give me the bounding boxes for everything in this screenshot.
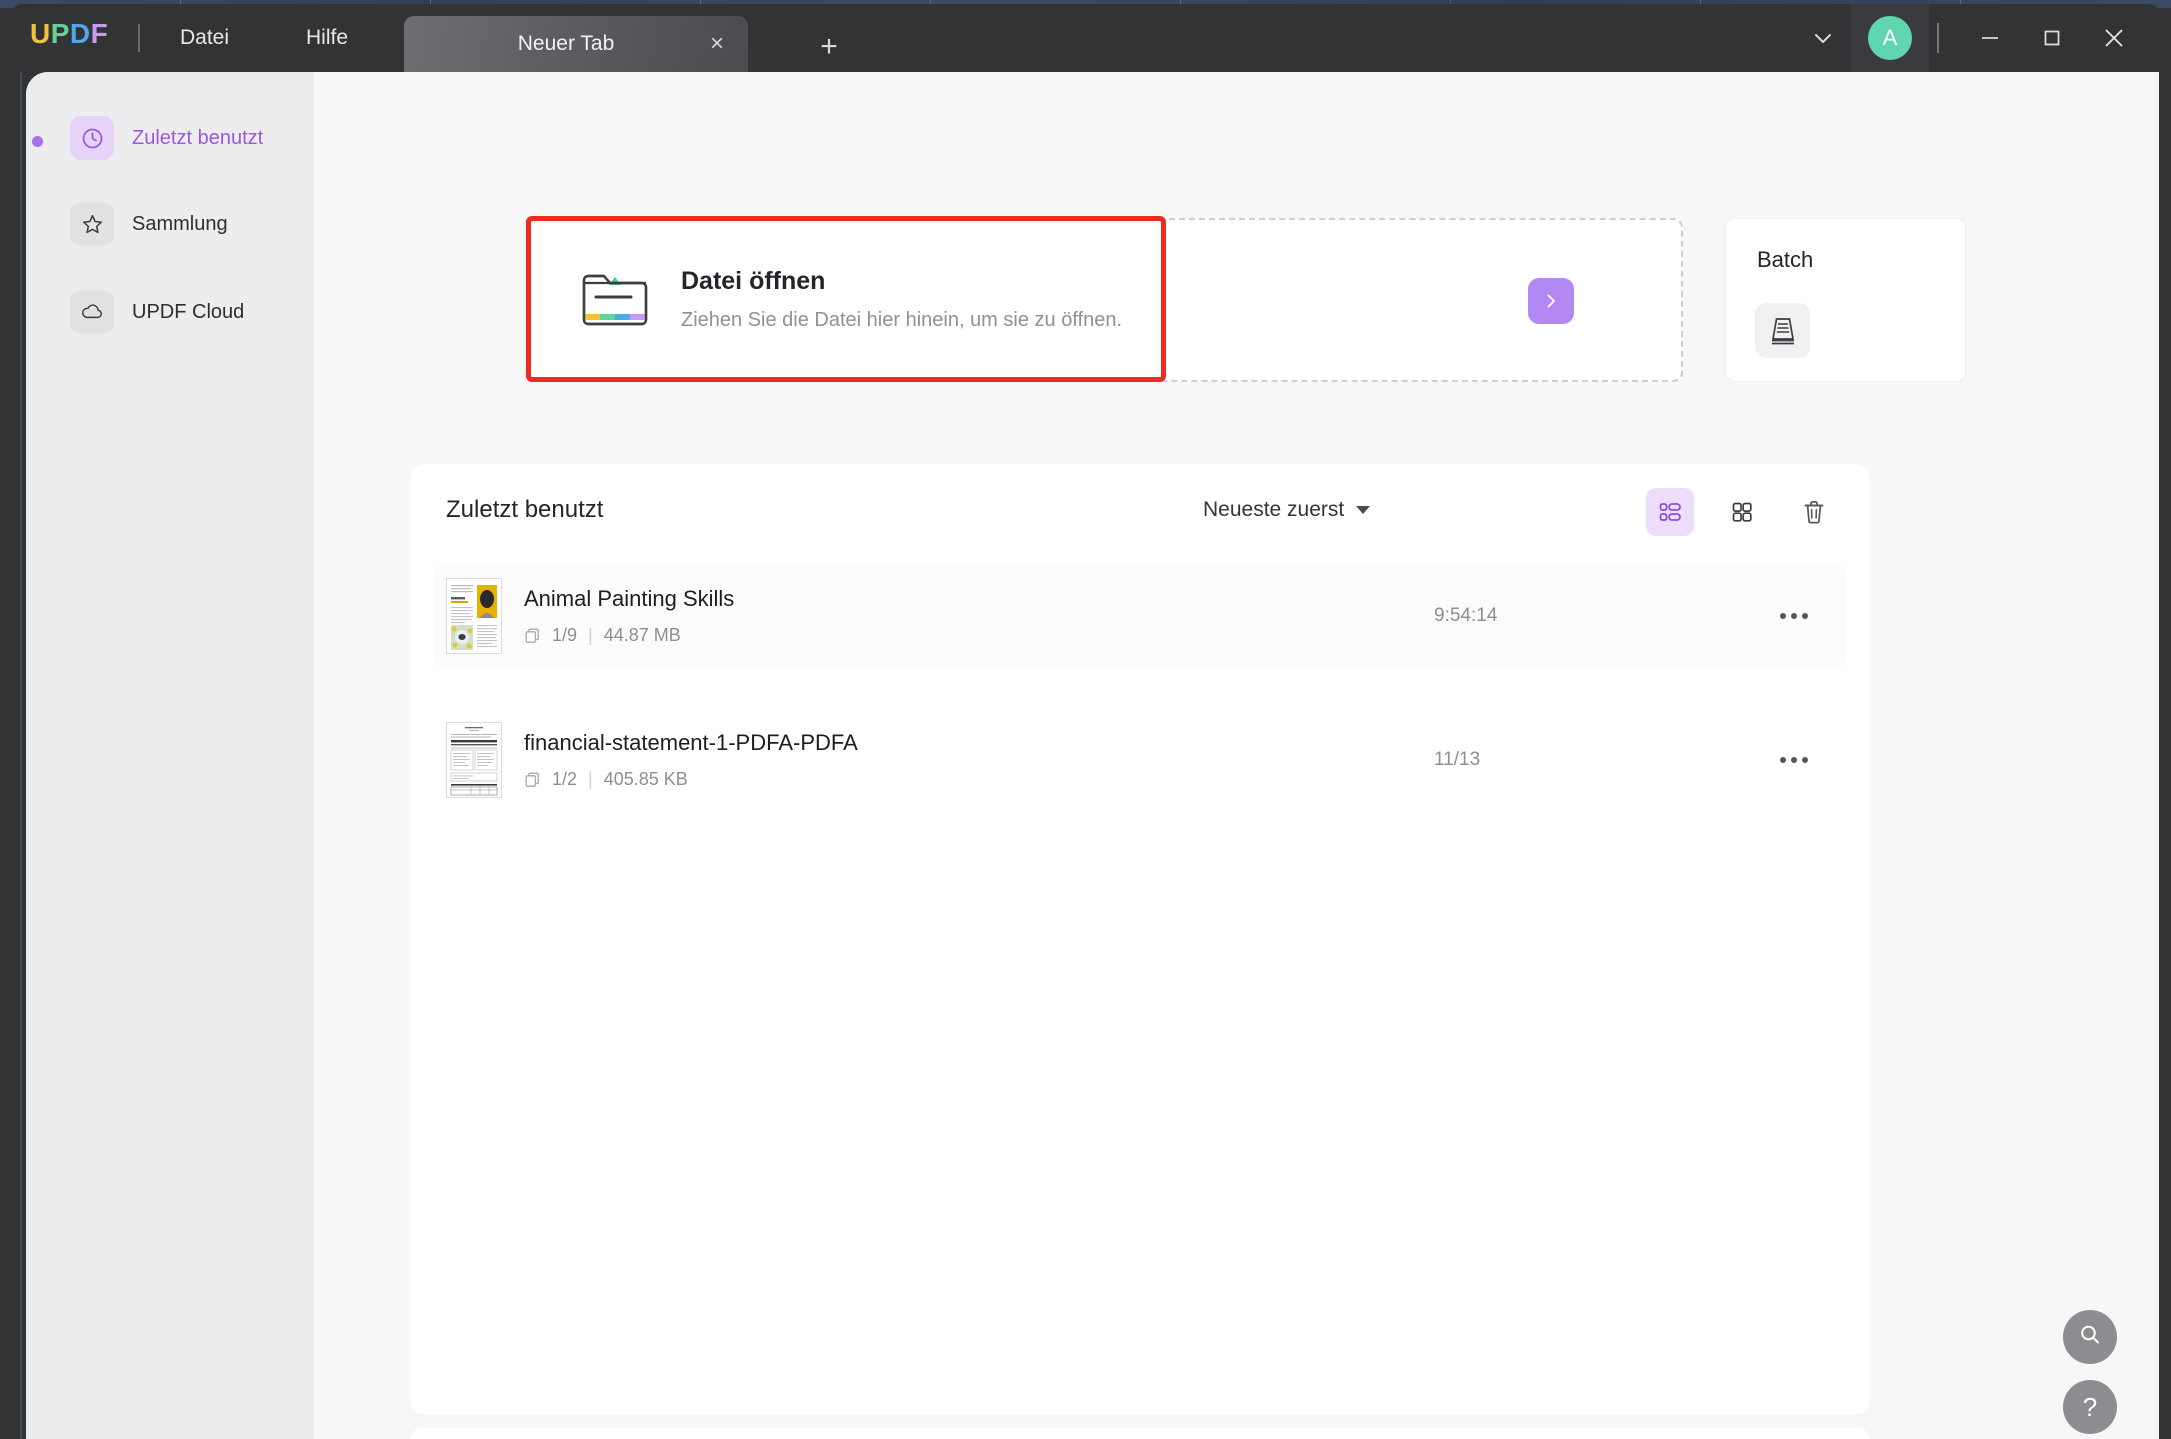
- file-thumbnail: [446, 578, 502, 654]
- sort-label: Neueste zuerst: [1203, 498, 1345, 521]
- file-meta: financial-statement-1-PDFA-PDFA 1/2 | 40…: [524, 730, 858, 790]
- list-view-toggle[interactable]: [1646, 488, 1694, 536]
- recent-files-title: Zuletzt benutzt: [446, 496, 604, 523]
- active-section-indicator-dot: [32, 136, 43, 147]
- menu-datei[interactable]: Datei: [180, 24, 229, 52]
- sidebar-item-label: UPDF Cloud: [132, 300, 245, 323]
- pages-icon: [525, 772, 539, 787]
- logo-letter-u: U: [30, 18, 51, 49]
- minimize-icon[interactable]: [1959, 4, 2021, 72]
- datei-oeffnen-texts: Datei öffnen Ziehen Sie die Datei hier h…: [681, 267, 1122, 332]
- menu-hilfe[interactable]: Hilfe: [306, 24, 348, 52]
- logo-divider: [138, 24, 140, 52]
- batch-title: Batch: [1757, 247, 1814, 272]
- recent-files-panel: Zuletzt benutzt Neueste zuerst Animal Pa…: [410, 464, 1870, 1414]
- file-name: financial-statement-1-PDFA-PDFA: [524, 730, 858, 755]
- window-controls-group: A: [1795, 4, 2159, 72]
- avatar[interactable]: A: [1851, 4, 1929, 72]
- row-more-options-icon[interactable]: [1772, 738, 1816, 782]
- top-cards-row: Datei öffnen Ziehen Sie die Datei hier h…: [526, 216, 1966, 382]
- cloud-icon: [70, 290, 114, 334]
- star-icon: [70, 202, 114, 246]
- tab-label: Neuer Tab: [517, 32, 615, 55]
- next-arrow-button[interactable]: [1528, 278, 1574, 324]
- logo-letter-p: P: [50, 18, 70, 49]
- datei-oeffnen-card[interactable]: Datei öffnen Ziehen Sie die Datei hier h…: [526, 216, 1166, 382]
- folder-icon: [579, 264, 651, 335]
- file-pages: 1/9: [552, 625, 578, 645]
- file-size: 44.87 MB: [603, 625, 681, 645]
- table-row[interactable]: financial-statement-1-PDFA-PDFA 1/2 | 40…: [434, 708, 1846, 812]
- batch-stack-icon[interactable]: [1755, 303, 1810, 358]
- chevron-down-icon[interactable]: [1795, 10, 1851, 66]
- new-tab-icon[interactable]: +: [812, 30, 846, 64]
- body-area: Zuletzt benutzt Sammlung UPDF Cloud Date…: [12, 72, 2159, 1439]
- close-icon[interactable]: [2083, 4, 2145, 72]
- sort-dropdown[interactable]: Neueste zuerst: [1203, 498, 1371, 522]
- sub-divider: |: [588, 769, 593, 789]
- tab-neuer-tab[interactable]: Neuer Tab ×: [404, 16, 748, 72]
- view-tools-group: [1646, 488, 1838, 536]
- file-size: 405.85 KB: [603, 769, 688, 789]
- search-icon: [2077, 1322, 2103, 1353]
- title-bar: UPDF Datei Hilfe Neuer Tab × + A: [12, 4, 2159, 72]
- pages-icon: [525, 628, 539, 643]
- help-fab-button[interactable]: ?: [2063, 1380, 2117, 1434]
- batch-card[interactable]: Batch: [1725, 218, 1966, 382]
- storage-bar: 283.01 KB | 20.00 GB +: [410, 1428, 1870, 1439]
- maximize-icon[interactable]: [2021, 4, 2083, 72]
- datei-oeffnen-subtitle: Ziehen Sie die Datei hier hinein, um sie…: [681, 308, 1123, 331]
- row-more-options-icon[interactable]: [1772, 594, 1816, 638]
- avatar-initial: A: [1868, 16, 1912, 60]
- file-subinfo: 1/2 | 405.85 KB: [524, 769, 858, 790]
- logo-letter-f: F: [90, 18, 109, 49]
- sidebar-item-sammlung[interactable]: Sammlung: [70, 202, 300, 246]
- sidebar-item-label: Zuletzt benutzt: [132, 126, 264, 149]
- grid-view-toggle[interactable]: [1718, 488, 1766, 536]
- main-window: UPDF Datei Hilfe Neuer Tab × + A Zuletzt…: [12, 4, 2159, 1439]
- file-pages: 1/2: [552, 769, 578, 789]
- file-thumbnail: [446, 722, 502, 798]
- sidebar-item-updf-cloud[interactable]: UPDF Cloud: [70, 290, 300, 334]
- file-subinfo: 1/9 | 44.87 MB: [524, 625, 734, 646]
- content-shell: Zuletzt benutzt Sammlung UPDF Cloud Date…: [26, 72, 2159, 1439]
- file-timestamp: 9:54:14: [1434, 605, 1498, 626]
- datei-oeffnen-title: Datei öffnen: [681, 266, 826, 295]
- controls-divider: [1937, 23, 1939, 53]
- updf-application-window: UPDF Datei Hilfe Neuer Tab × + A Zuletzt…: [0, 0, 2171, 1439]
- logo-letter-d: D: [69, 18, 91, 49]
- delete-icon[interactable]: [1790, 488, 1838, 536]
- file-timestamp: 11/13: [1434, 749, 1481, 770]
- file-meta: Animal Painting Skills 1/9 | 44.87 MB: [524, 586, 734, 646]
- sub-divider: |: [588, 625, 593, 645]
- search-fab-button[interactable]: [2063, 1310, 2117, 1364]
- sidebar-item-label: Sammlung: [132, 212, 228, 235]
- table-row[interactable]: Animal Painting Skills 1/9 | 44.87 MB 9:…: [434, 564, 1846, 668]
- recent-files-header: Zuletzt benutzt Neueste zuerst: [410, 464, 1870, 560]
- chevron-down-icon: [1356, 506, 1371, 514]
- tab-close-icon[interactable]: ×: [694, 21, 740, 67]
- file-name: Animal Painting Skills: [524, 586, 735, 611]
- clock-icon: [70, 116, 114, 160]
- main-panel: Datei öffnen Ziehen Sie die Datei hier h…: [314, 72, 2159, 1439]
- sidebar-item-zuletzt-benutzt[interactable]: Zuletzt benutzt: [70, 116, 300, 160]
- updf-logo: UPDF: [30, 20, 108, 48]
- sidebar: Zuletzt benutzt Sammlung UPDF Cloud: [26, 72, 314, 1439]
- gutter-accent-line: [20, 72, 22, 1439]
